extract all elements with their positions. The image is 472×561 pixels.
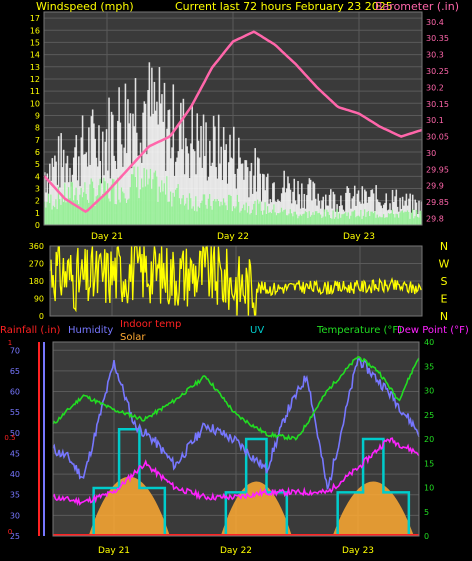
day-label: Day 21 [91, 232, 123, 242]
day-label: Day 22 [217, 232, 249, 242]
humidity-tick-label: 40 [10, 470, 20, 479]
windspeed-tick-label: 12 [30, 75, 40, 84]
barometer-tick-label: 29.9 [426, 182, 444, 191]
legend-label: Humidity [68, 325, 113, 336]
temperature-tick-label: 15 [424, 459, 434, 468]
temperature-tick-label: 0 [424, 532, 429, 541]
temperature-tick-label: 30 [424, 387, 434, 396]
direction-tick-label: 0 [39, 312, 44, 321]
barometer-axis-label: Barometer (.in) [375, 0, 459, 13]
windspeed-tick-label: 3 [35, 184, 40, 193]
day-label: Day 23 [343, 232, 375, 242]
direction-tick-label: 360 [29, 242, 44, 251]
windspeed-tick-label: 16 [30, 26, 40, 35]
humidity-tick-label: 30 [10, 511, 20, 520]
legend-label: Indoor temp [120, 319, 181, 330]
windspeed-axis-label: Windspeed (mph) [36, 0, 134, 13]
weather-dashboard: 0 1 2 3 4 5 6 7 8 9 10 11 12 13 14 15 16 17 29.8 29.85 29.9 2… [0, 0, 472, 561]
legend-label: Solar [120, 332, 146, 343]
barometer-tick-label: 29.8 [426, 214, 444, 223]
windspeed-tick-label: 10 [30, 99, 40, 108]
windspeed-tick-label: 6 [35, 148, 40, 157]
temperature-tick-label: 40 [424, 338, 434, 347]
direction-tick-label: 180 [29, 277, 44, 286]
humidity-tick-label: 60 [10, 388, 20, 397]
barometer-tick-label: 29.85 [426, 198, 449, 207]
humidity-tick-label: 70 [10, 346, 20, 355]
compass-label: N [440, 240, 448, 253]
windspeed-tick-label: 5 [35, 160, 40, 169]
barometer-tick-label: 30.4 [426, 18, 444, 27]
rainfall-tick-label: 0 [8, 528, 12, 536]
barometer-tick-label: 30.15 [426, 100, 449, 109]
legend-label: Temperature (°F) [316, 325, 402, 336]
windspeed-tick-label: 11 [30, 87, 40, 96]
compass-label: W [439, 258, 450, 271]
windspeed-tick-label: 1 [35, 209, 40, 218]
barometer-tick-label: 30.35 [426, 34, 449, 43]
windspeed-tick-label: 4 [35, 172, 40, 181]
direction-tick-label: 90 [34, 295, 44, 304]
barometer-tick-label: 30.2 [426, 83, 444, 92]
windspeed-tick-label: 8 [35, 124, 40, 133]
temperature-tick-label: 25 [424, 411, 434, 420]
temperature-tick-label: 5 [424, 508, 429, 517]
barometer-tick-label: 30.1 [426, 116, 444, 125]
compass-label: E [441, 293, 448, 306]
windspeed-tick-label: 15 [30, 38, 40, 47]
windspeed-tick-label: 0 [35, 221, 40, 230]
barometer-tick-label: 30.05 [426, 133, 449, 142]
chart-title: Current last 72 hours February 23 2025 [175, 0, 393, 13]
weather-charts: 0123456789101112131415161729.829.8529.92… [0, 0, 469, 556]
humidity-tick-label: 35 [10, 491, 20, 500]
day-label: Day 23 [342, 546, 374, 556]
rainfall-tick-label: 0.5 [4, 434, 15, 442]
barometer-tick-label: 30 [426, 149, 436, 158]
barometer-tick-label: 30.3 [426, 51, 444, 60]
compass-label: N [440, 310, 448, 323]
direction-tick-label: 270 [29, 260, 44, 269]
windspeed-tick-label: 7 [35, 136, 40, 145]
windspeed-tick-label: 14 [30, 51, 40, 60]
legend-label: Rainfall (.in) [0, 325, 61, 336]
humidity-tick-label: 65 [10, 367, 20, 376]
temperature-tick-label: 20 [424, 435, 434, 444]
humidity-tick-label: 45 [10, 449, 20, 458]
compass-label: S [441, 275, 448, 288]
windspeed-tick-label: 17 [30, 14, 40, 23]
day-label: Day 21 [98, 546, 130, 556]
windspeed-tick-label: 2 [35, 197, 40, 206]
temperature-tick-label: 35 [424, 362, 434, 371]
day-label: Day 22 [220, 546, 252, 556]
barometer-tick-label: 30.25 [426, 67, 449, 76]
temperature-tick-label: 10 [424, 484, 434, 493]
humidity-tick-label: 55 [10, 408, 20, 417]
rainfall-tick-label: 1 [8, 339, 12, 347]
windspeed-tick-label: 9 [35, 111, 40, 120]
windspeed-tick-label: 13 [30, 63, 40, 72]
legend-label: UV [250, 325, 264, 336]
legend-label: Dew Point (°F) [397, 325, 469, 336]
barometer-tick-label: 29.95 [426, 165, 449, 174]
